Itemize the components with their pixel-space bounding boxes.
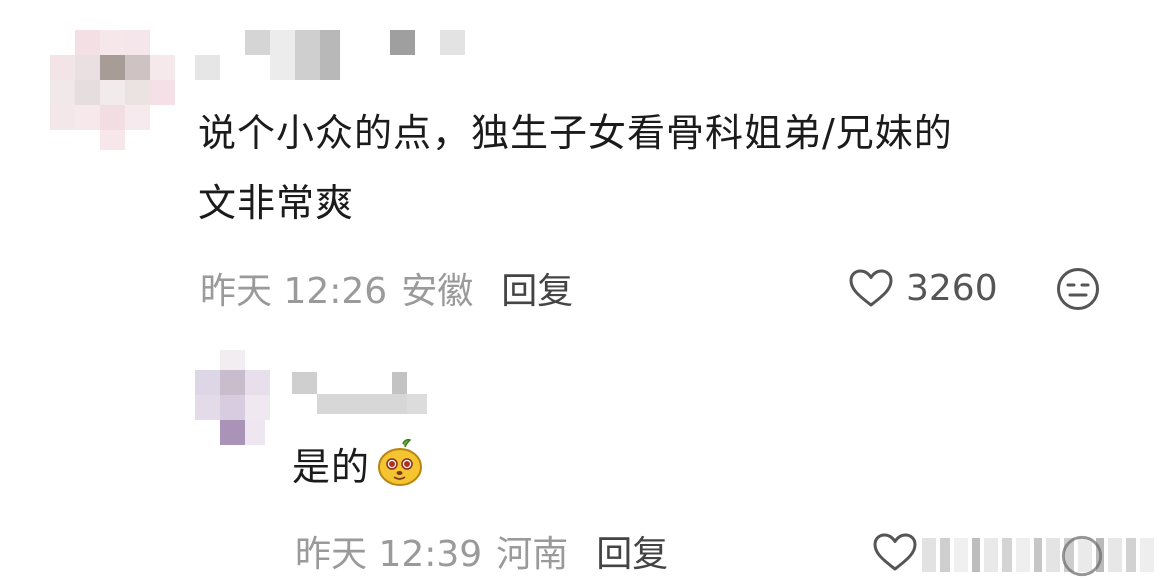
reply-location: 河南 xyxy=(496,534,569,575)
reply-like-count-blurred xyxy=(918,532,1158,580)
reply-username-blurred[interactable] xyxy=(292,372,432,417)
reply-heart-outline-icon[interactable] xyxy=(872,532,918,572)
reply-time: 昨天 12:39 xyxy=(295,534,483,575)
reply-avatar[interactable] xyxy=(195,350,270,445)
comment-location: 安徽 xyxy=(401,271,474,312)
avatar[interactable] xyxy=(50,30,175,150)
heart-outline-icon xyxy=(849,269,893,307)
like-count: 3260 xyxy=(906,267,998,309)
reply-text: 是的 xyxy=(292,432,426,502)
reply-text-content: 是的 xyxy=(292,445,371,489)
reply-meta: 昨天 12:39 河南 回复 xyxy=(295,525,668,577)
comment-time: 昨天 12:26 xyxy=(200,271,388,312)
like-button[interactable]: 3260 xyxy=(848,262,998,314)
comment-text: 说个小众的点，独生子女看骨科姐弟/兄妹的 文非常爽 xyxy=(198,98,953,238)
bean-emoji-icon xyxy=(378,438,423,486)
comment-meta: 昨天 12:26 安徽 回复 xyxy=(200,262,573,314)
comment-text-line-2: 文非常爽 xyxy=(198,181,355,225)
username-blurred[interactable] xyxy=(195,30,475,80)
reply-button[interactable]: 回复 xyxy=(501,262,573,314)
reply-neutral-face-icon[interactable] xyxy=(1060,534,1104,578)
comment-text-line-1: 说个小众的点，独生子女看骨科姐弟/兄妹的 xyxy=(198,111,953,155)
reply-reply-button[interactable]: 回复 xyxy=(596,525,668,577)
neutral-face-icon[interactable] xyxy=(1055,266,1101,312)
